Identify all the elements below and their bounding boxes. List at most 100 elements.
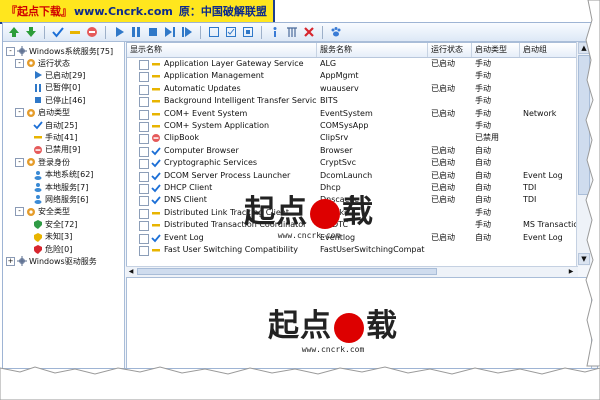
cell-start: 自动 bbox=[475, 145, 491, 155]
play-icon[interactable] bbox=[112, 25, 126, 39]
check-icon[interactable] bbox=[51, 25, 65, 39]
column-header-display-name[interactable]: 显示名称 bbox=[127, 43, 317, 57]
row-checkbox[interactable] bbox=[139, 97, 149, 108]
expand-icon[interactable]: + bbox=[6, 256, 15, 266]
table-row[interactable]: Fast User Switching Compatibility FastUse… bbox=[127, 244, 577, 256]
row-checkbox[interactable] bbox=[139, 109, 149, 120]
cell-service: EventSystem bbox=[320, 108, 373, 118]
table-row[interactable]: COM+ System Application COMSysApp 手动 bbox=[127, 120, 577, 132]
column-header-service-name[interactable]: 服务名称 bbox=[317, 43, 428, 57]
row-checkbox[interactable] bbox=[139, 171, 149, 182]
torn-edge-bottom bbox=[0, 366, 600, 400]
row-checkbox[interactable] bbox=[139, 122, 149, 132]
tree-item[interactable]: 本地系统[62] bbox=[33, 169, 93, 181]
column-header-start-group[interactable]: 启动组 bbox=[520, 43, 577, 57]
checkbox-icon[interactable] bbox=[224, 25, 238, 39]
row-checkbox[interactable] bbox=[139, 246, 149, 256]
row-checkbox[interactable] bbox=[139, 134, 149, 145]
safe-icon bbox=[33, 219, 43, 230]
cell-status: 已启动 bbox=[431, 183, 455, 192]
cell-start: 手动 bbox=[475, 71, 491, 81]
tree-item[interactable]: 未知[3] bbox=[33, 231, 72, 243]
table-row[interactable]: ClipBook ClipSrv 已禁用 bbox=[127, 132, 577, 145]
scroll-right-icon[interactable]: ▶ bbox=[566, 267, 576, 276]
stop-icon[interactable] bbox=[146, 25, 160, 39]
tree-item[interactable]: 已暂停[0] bbox=[33, 82, 80, 94]
tree-item[interactable]: 网络服务[6] bbox=[33, 193, 88, 205]
scroll-h-thumb[interactable] bbox=[137, 268, 437, 275]
cell-group bbox=[520, 70, 577, 82]
pause-step-icon[interactable] bbox=[180, 25, 194, 39]
tree-item[interactable]: 本地服务[7] bbox=[33, 181, 88, 193]
row-checkbox[interactable] bbox=[139, 159, 149, 170]
tree-item[interactable]: 已启动[29] bbox=[33, 69, 85, 81]
collapse-icon[interactable]: - bbox=[6, 46, 15, 56]
row-checkbox[interactable] bbox=[139, 233, 149, 244]
tree-item[interactable]: - 启动类型 bbox=[15, 107, 70, 119]
table-row[interactable]: Application Layer Gateway Service ALG 已启动 手… bbox=[127, 58, 577, 70]
tree-item[interactable]: - 登录身份 bbox=[15, 156, 70, 168]
tree-item[interactable]: 已停止[46] bbox=[33, 94, 85, 106]
table-row[interactable]: Application Management AppMgmt 手动 bbox=[127, 70, 577, 83]
table-row[interactable]: Background Intelligent Transfer Service B… bbox=[127, 95, 577, 108]
banner-url: www.Cncrk.com bbox=[74, 4, 173, 18]
collapse-icon[interactable]: - bbox=[15, 108, 24, 118]
stop-icon bbox=[33, 95, 43, 105]
row-checkbox[interactable] bbox=[139, 146, 149, 157]
table-row[interactable]: Automatic Updates wuauserv 已启动 手动 bbox=[127, 83, 577, 95]
service-manager-window: - Windows系统服务[75] - 运行状态 已启动[29] 已暂停[0] 已停止[46… bbox=[2, 22, 598, 369]
delete-icon[interactable] bbox=[302, 25, 316, 39]
table-row[interactable]: Cryptographic Services CryptSvc 已启动 自动 bbox=[127, 157, 577, 170]
table-row[interactable]: Distributed Transaction Coordinator MSDTC… bbox=[127, 219, 577, 232]
cell-service: Dnscache bbox=[320, 195, 360, 205]
collapse-icon[interactable]: - bbox=[15, 207, 24, 217]
tools-icon[interactable] bbox=[285, 25, 299, 39]
table-row[interactable]: DCOM Server Process Launcher DcomLaunch 已启… bbox=[127, 170, 577, 182]
cell-start: 手动 bbox=[475, 59, 491, 68]
cell-group bbox=[520, 120, 577, 132]
cell-service: ClipSrv bbox=[320, 133, 349, 143]
toolbar bbox=[3, 23, 597, 42]
paw-icon[interactable] bbox=[329, 25, 343, 39]
scroll-left-icon[interactable]: ◀ bbox=[126, 267, 136, 276]
square-dot-icon[interactable] bbox=[241, 25, 255, 39]
tree-item[interactable]: + Windows驱动服务 bbox=[6, 255, 97, 267]
horizontal-scrollbar[interactable]: ◀ ▶ bbox=[126, 266, 578, 277]
table-row[interactable]: Event Log Eventlog 已启动 自动 Event Log bbox=[127, 232, 577, 244]
row-checkbox[interactable] bbox=[139, 60, 149, 70]
row-checkbox[interactable] bbox=[139, 84, 149, 95]
row-checkbox[interactable] bbox=[139, 208, 149, 219]
collapse-icon[interactable]: - bbox=[15, 157, 24, 167]
table-row[interactable]: COM+ Event System EventSystem 已启动 手动 Network bbox=[127, 108, 577, 120]
collapse-icon[interactable]: - bbox=[15, 58, 24, 68]
info-icon[interactable] bbox=[268, 25, 282, 39]
pause-icon[interactable] bbox=[129, 25, 143, 39]
tree-item[interactable]: - 运行状态 bbox=[15, 57, 70, 69]
tree-item[interactable]: - Windows系统服务[75] bbox=[6, 45, 113, 57]
manual-icon bbox=[151, 220, 161, 230]
step-forward-icon[interactable] bbox=[163, 25, 177, 39]
cell-status bbox=[428, 95, 472, 107]
arrow-up-icon[interactable] bbox=[7, 25, 21, 39]
column-header-start-type[interactable]: 启动类型 bbox=[472, 43, 520, 57]
tree-item[interactable]: 安全[72] bbox=[33, 218, 77, 230]
row-checkbox[interactable] bbox=[139, 184, 149, 194]
tree-item[interactable]: 手动[41] bbox=[33, 131, 77, 143]
table-row[interactable]: DNS Client Dnscache 已启动 自动 TDI bbox=[127, 194, 577, 207]
table-row[interactable]: Distributed Link Tracking Client TrkWks 手动 bbox=[127, 207, 577, 219]
tree-item[interactable]: 危险[0] bbox=[33, 243, 72, 255]
row-checkbox[interactable] bbox=[139, 221, 149, 232]
row-checkbox[interactable] bbox=[139, 72, 149, 83]
minus-icon[interactable] bbox=[68, 25, 82, 39]
column-header-status[interactable]: 运行状态 bbox=[428, 43, 472, 57]
tree-item[interactable]: 自动[25] bbox=[33, 119, 77, 131]
arrow-down-icon[interactable] bbox=[24, 25, 38, 39]
square-icon[interactable] bbox=[207, 25, 221, 39]
tree-item[interactable]: 已禁用[9] bbox=[33, 144, 80, 156]
stop-circle-icon[interactable] bbox=[85, 25, 99, 39]
table-row[interactable]: Computer Browser Browser 已启动 自动 bbox=[127, 145, 577, 157]
banner-group: 中国破解联盟 bbox=[200, 5, 267, 18]
row-checkbox[interactable] bbox=[139, 196, 149, 207]
table-row[interactable]: DHCP Client Dhcp 已启动 自动 TDI bbox=[127, 182, 577, 194]
tree-item[interactable]: - 安全类型 bbox=[15, 206, 70, 218]
